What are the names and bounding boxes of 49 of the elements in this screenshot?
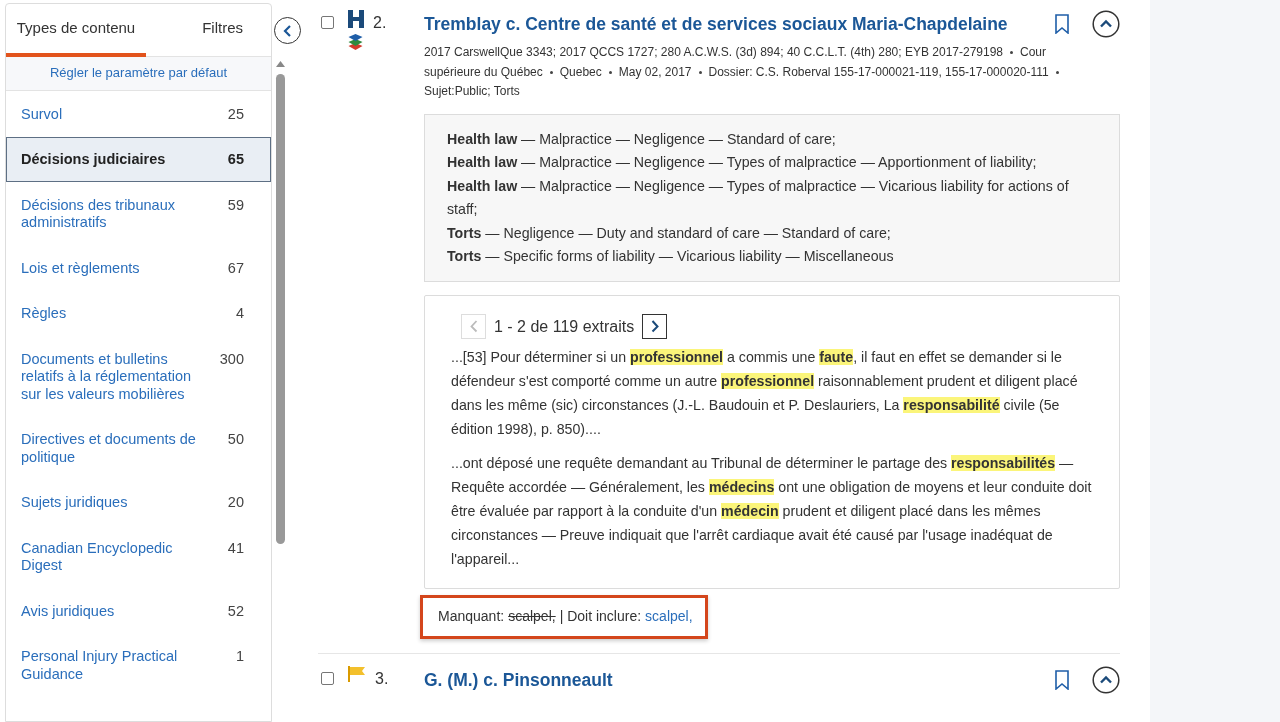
reset-link[interactable]: Régler le paramètre par défaut (6, 57, 271, 91)
content-type-item[interactable]: Décisions judiciaires 65 (6, 137, 271, 182)
citation-text: 2017 CarswellQue 3343; 2017 QCCS 1727; 280 A.C.W.S. (3d) 894; 40 C.C.L.T. (4th) 280; EYB 2017-279198 Cour supérieure du Québec Quebec May 02, 2017 Dossier: C.S. Roberval 155-17-000021-119, 155-17-000020-111 Sujet:Public; Torts (424, 43, 1075, 102)
content-type-item[interactable]: Décisions des tribunaux administratifs 59 (6, 182, 271, 245)
include-label: | Doit inclure: (559, 607, 642, 627)
excerpt-text: ...ont déposé une requête demandant au Tribunal de déterminer le partage des responsabilités — Requête accordée — Généralement, les médecins ont une obligation de moyens et leur conduite doit être évaluée par rapport à la conduite d'un médecin prudent et diligent placé dans les mêmes circonstances — Preuve indiquait que l'arrêt cardiaque avait été causé par l'usage inadéquat de l'appareil... (451, 454, 1093, 570)
headnote-text: Health law — Malpractice — Negligence — Types of malpractice — Apportionment of liability; (447, 153, 1038, 173)
headnote-text: Torts — Negligence — Duty and standard of care — Standard of care; (447, 223, 892, 243)
excerpt-count: 1 - 2 de 119 extraits (494, 316, 635, 337)
separator-dot (698, 70, 702, 74)
separator-dot (1010, 51, 1013, 55)
chevron-left-icon (469, 320, 478, 334)
headnote-text: Torts — Specific forms of liability — Vicarious liability — Miscellaneous (447, 247, 895, 267)
missing-term: scalpel, (508, 607, 556, 627)
chevron-left-icon (282, 24, 293, 37)
missing-label: Manquant: (438, 607, 505, 627)
include-term-link[interactable]: scalpel, (645, 606, 693, 628)
result-checkbox[interactable] (321, 16, 334, 29)
separator-dot (1055, 70, 1059, 74)
content-type-item[interactable]: Sujets juridiques 20 (6, 480, 271, 525)
next-button[interactable] (642, 314, 668, 340)
content-type-item[interactable]: Personal Injury Practical Guidance 1 (6, 634, 271, 696)
content-type-item[interactable]: Canadian Encyclopedic Digest 41 (6, 525, 271, 588)
chevron-right-icon (650, 320, 659, 334)
layers-icon (348, 34, 363, 50)
collapse-button[interactable] (274, 17, 301, 44)
result-title[interactable]: Tremblay c. Centre de santé et de services sociaux Maria-Chapdelaine (424, 11, 1044, 37)
content-type-item[interactable]: Documents et bulletins relatifs à la réglementation sur les valeurs mobilières 300 (6, 336, 271, 416)
collapse-icon[interactable] (1092, 666, 1120, 695)
content-type-item[interactable]: Avis juridiques 52 (6, 588, 271, 633)
flag-icon (348, 666, 366, 683)
result-number: 3. (375, 669, 389, 690)
panel-tab[interactable]: Filtres (146, 4, 271, 57)
headnote-text: Health law — Malpractice — Negligence — Standard of care; (447, 129, 837, 149)
result-number: 2. (373, 13, 387, 33)
separator-dot (608, 70, 612, 74)
hospital-icon (348, 10, 364, 28)
collapse-icon[interactable] (1092, 10, 1120, 38)
separator-dot (549, 70, 553, 74)
bookmark-icon[interactable] (1054, 14, 1070, 34)
headnote-text: Health law — Malpractice — Negligence — Types of malpractice — Vicarious liability for actions of staff; (447, 176, 1070, 220)
result-title[interactable]: G. (M.) c. Pinsonneault (424, 667, 1044, 694)
excerpt-text: ...[53] Pour déterminer si un professionnel a commis une faute, il faut en effet se demander si le défendeur s'est comporté comme un autre professionnel raisonnablement prudent et diligent placé dans les même (sic) circonstances (J.-L. Baudouin et P. Deslauriers, La responsabilité civile (5e édition 1998), p. 850).... (451, 348, 1079, 440)
content-type-item[interactable]: Règles 4 (6, 291, 271, 336)
content-type-item[interactable]: Directives et documents de politique 50 (6, 417, 271, 479)
bookmark-icon[interactable] (1054, 670, 1070, 691)
result-checkbox[interactable] (321, 672, 334, 686)
content-type-item[interactable]: Survol 25 (6, 91, 271, 136)
content-type-item[interactable]: Lois et règlements 67 (6, 245, 271, 290)
